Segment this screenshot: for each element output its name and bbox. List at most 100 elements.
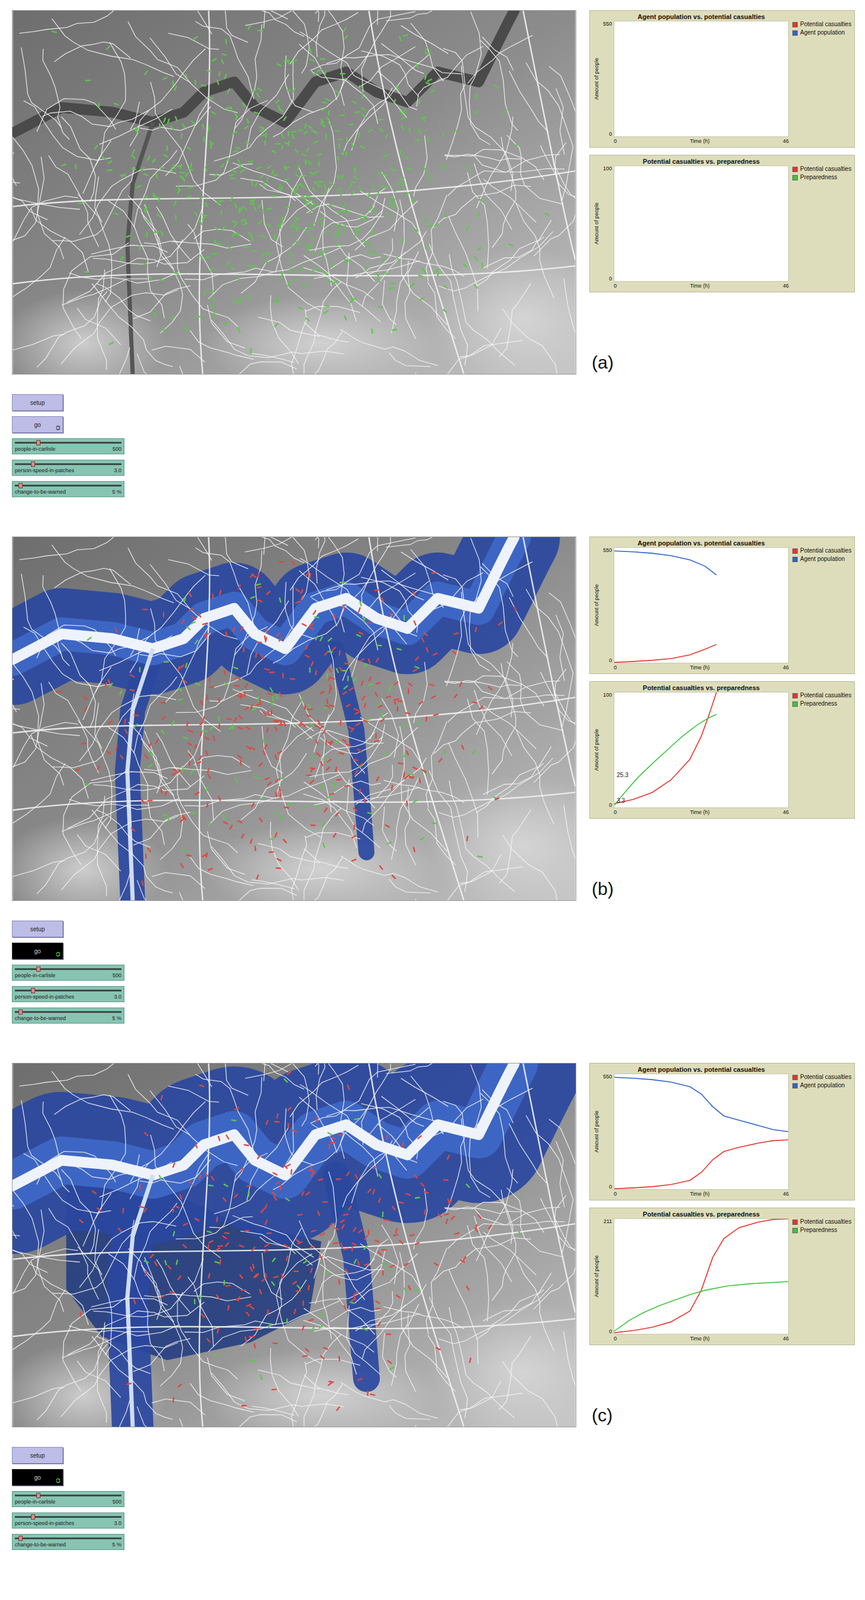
y-ticks: 2110	[600, 1218, 614, 1335]
slider-track[interactable]	[14, 439, 122, 446]
slider-track[interactable]	[14, 1492, 122, 1498]
slider-value: 500	[112, 972, 122, 979]
road-network	[12, 536, 576, 901]
slider[interactable]: people-in-carlisle500	[11, 1490, 125, 1507]
model-button[interactable]: setup	[11, 394, 64, 411]
flood-map	[11, 536, 577, 901]
value-label: 25.3	[616, 771, 629, 779]
series-line	[614, 1218, 789, 1333]
slider-value: 500	[112, 1498, 122, 1505]
legend-item: Agent population	[792, 1081, 852, 1089]
slider[interactable]: person-speed-in-patches3.0	[11, 1512, 125, 1529]
slider-value: 5 %	[111, 1015, 122, 1022]
x-axis: 0Time (h)46	[613, 807, 789, 817]
plot-area	[613, 1073, 789, 1190]
value-label: 3.3	[616, 797, 626, 804]
y-axis-label: Amount of people	[593, 57, 600, 101]
slider-track[interactable]	[14, 1513, 122, 1520]
x-axis: 0Time (h)46	[613, 136, 789, 146]
slider-handle[interactable]	[18, 1009, 23, 1015]
series-line	[614, 644, 717, 662]
y-axis-label: Amount of people	[593, 1110, 600, 1153]
slider-label: change-to-be-warned	[14, 488, 67, 496]
legend: Potential casualtiesAgent population	[788, 1073, 852, 1190]
slider-handle[interactable]	[18, 1535, 23, 1541]
legend-item: Potential casualties	[792, 165, 852, 173]
series-line	[614, 714, 717, 805]
legend-item: Potential casualties	[792, 1073, 852, 1081]
slider-handle[interactable]	[30, 461, 36, 467]
slider-track[interactable]	[14, 1009, 122, 1015]
controls: setup go people-in-carlisle500 person-speed…	[11, 394, 865, 498]
agents	[79, 1071, 521, 1410]
legend-item: Preparedness	[792, 173, 852, 181]
controls: setup go people-in-carlisle500 person-speed…	[11, 1446, 865, 1550]
series-line	[614, 1139, 789, 1189]
series-line	[614, 550, 717, 575]
slider[interactable]: change-to-be-warned5 %	[11, 1007, 125, 1024]
x-axis: 0Time (h)46	[613, 1334, 789, 1343]
slider[interactable]: change-to-be-warned 5 %	[11, 481, 125, 498]
slider[interactable]: person-speed-in-patches3.0	[11, 459, 125, 476]
slider-handle[interactable]	[30, 1513, 36, 1520]
plot-area	[613, 165, 789, 282]
slider[interactable]: change-to-be-warned5 %	[11, 1533, 125, 1550]
series-line	[614, 1076, 789, 1132]
plot: Agent population vs. potential casualtie…	[589, 10, 855, 148]
slider-label: people-in-carlisle	[14, 972, 56, 979]
slider-handle[interactable]	[36, 966, 41, 972]
river	[13, 536, 515, 660]
agents	[57, 561, 517, 886]
slider-track[interactable]	[14, 461, 122, 467]
river	[13, 10, 515, 133]
slider-track[interactable]	[14, 1535, 122, 1541]
slider[interactable]: people-in-carlisle 500	[11, 964, 125, 981]
road-network	[12, 1063, 576, 1427]
model-button[interactable]: go	[11, 1468, 64, 1486]
legend-item: Potential casualties	[792, 20, 852, 28]
y-ticks: 1000	[600, 691, 614, 808]
legend-swatch	[792, 692, 798, 699]
slider-track[interactable]	[14, 482, 122, 489]
legend-item: Agent population	[792, 555, 852, 563]
legend-item: Potential casualties	[792, 1218, 852, 1226]
y-ticks: 5500	[600, 547, 614, 664]
model-run-panel: Agent population vs. potential casualtie…	[11, 536, 865, 1024]
plot-title: Potential casualties vs. preparedness	[592, 683, 852, 692]
flood-map	[11, 10, 577, 375]
model-button[interactable]: setup	[11, 920, 64, 938]
legend: Potential casualtiesPreparedness	[788, 691, 852, 808]
plot-title: Potential casualties vs. preparedness	[592, 157, 852, 166]
slider[interactable]: person-speed-in-patches3.0	[11, 985, 125, 1002]
x-axis: 0Time (h)46	[613, 663, 789, 672]
netlogo-figure: Agent population vs. potential casualtie…	[0, 0, 865, 1600]
slider-value: 5 %	[111, 488, 122, 496]
legend-swatch	[792, 1227, 798, 1233]
slider-handle[interactable]	[30, 987, 36, 993]
y-axis-label: Amount of people	[593, 728, 600, 771]
slider-handle[interactable]	[36, 439, 41, 446]
legend-swatch	[792, 1074, 798, 1080]
slider-track[interactable]	[14, 987, 122, 993]
river	[13, 1063, 515, 1186]
slider-label: person-speed-in-patches	[14, 467, 75, 474]
panel-label: (b)	[589, 878, 855, 901]
legend-swatch	[792, 556, 798, 562]
x-axis: 0Time (h)46	[613, 1189, 789, 1198]
legend-item: Preparedness	[792, 1226, 852, 1234]
slider-label: person-speed-in-patches	[14, 1519, 75, 1527]
controls: setup go people-in-carlisle 500 person-speed…	[11, 920, 865, 1024]
slider-handle[interactable]	[36, 1492, 41, 1498]
terrain-map	[12, 10, 576, 374]
model-button[interactable]: go	[11, 416, 64, 433]
slider[interactable]: people-in-carlisle500	[11, 438, 125, 455]
plot: Potential casualties vs. preparednessAmo…	[589, 154, 855, 293]
legend: Potential casualtiesAgent population	[788, 547, 852, 664]
model-button[interactable]: go	[11, 942, 64, 960]
slider-track[interactable]	[14, 966, 122, 972]
slider-handle[interactable]	[18, 482, 23, 489]
model-button[interactable]: setup	[11, 1446, 64, 1464]
slider-value: 5 %	[111, 1541, 122, 1548]
legend-item: Preparedness	[792, 700, 852, 708]
legend-swatch	[792, 701, 798, 707]
